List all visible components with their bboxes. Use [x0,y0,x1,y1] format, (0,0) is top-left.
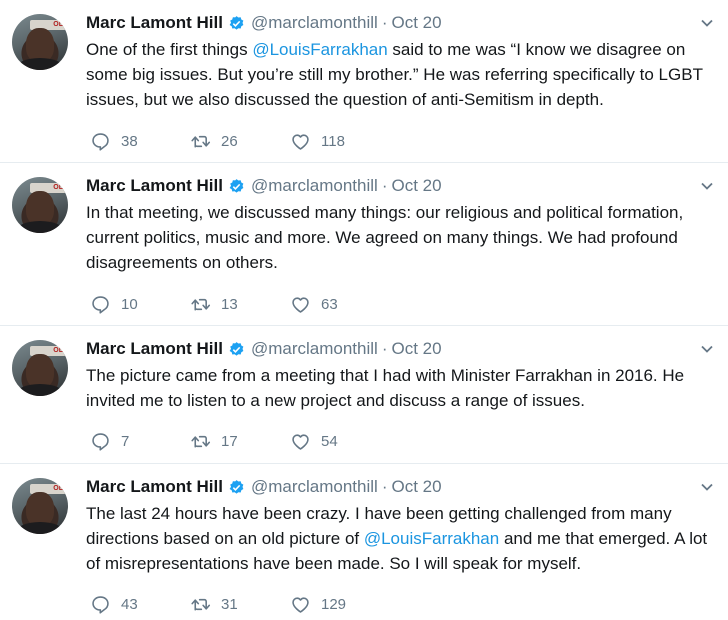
heart-icon [292,596,309,613]
retweet-icon [191,298,211,311]
like-button[interactable]: 118 [290,131,345,152]
tweet-header: Marc Lamont Hill @marclamonthill · Oct 2… [86,175,442,197]
mention-link[interactable]: @LouisFarrakhan [252,40,387,59]
separator-dot: · [381,477,388,496]
reply-count: 43 [121,595,138,613]
reply-icon [92,295,109,314]
author-name[interactable]: Marc Lamont Hill [86,477,223,497]
mention-link[interactable]: @LouisFarrakhan [364,529,499,548]
verified-badge-icon [229,178,244,193]
tweet-item[interactable]: OL Marc Lamont Hill @marclamonthill · Oc… [0,0,728,163]
chevron-down-icon[interactable] [700,16,714,30]
retweet-count: 13 [221,295,238,313]
like-button[interactable]: 63 [290,294,338,315]
tweet-item[interactable]: OL Marc Lamont Hill @marclamonthill · Oc… [0,163,728,326]
author-name[interactable]: Marc Lamont Hill [86,339,223,359]
like-button[interactable]: 54 [290,431,338,452]
like-button[interactable]: 129 [290,594,346,615]
like-count: 54 [321,432,338,450]
retweet-icon [191,598,211,611]
reply-count: 10 [121,295,138,313]
author-handle[interactable]: @marclamonthill [251,339,378,359]
verified-badge-icon [229,479,244,494]
verified-badge-icon [229,341,244,356]
retweet-button[interactable]: 13 [190,294,290,315]
tweet-actions: 7 17 54 [90,430,338,452]
author-handle[interactable]: @marclamonthill [251,13,378,33]
tweet-actions: 38 26 118 [90,130,345,152]
reply-button[interactable]: 7 [90,431,190,452]
author-handle[interactable]: @marclamonthill [251,176,378,196]
reply-button[interactable]: 43 [90,594,190,615]
reply-count: 7 [121,432,130,450]
separator-dot: · [381,13,388,32]
tweet-header: Marc Lamont Hill @marclamonthill · Oct 2… [86,338,442,360]
tweet-date[interactable]: Oct 20 [392,176,442,196]
like-count: 118 [321,132,345,150]
retweet-button[interactable]: 17 [190,431,290,452]
tweet-text-part: One of the first things [86,40,253,59]
author-handle[interactable]: @marclamonthill [251,477,378,497]
avatar-shirt [16,522,64,534]
author-name[interactable]: Marc Lamont Hill [86,13,223,33]
tweet-text: One of the first things @LouisFarrakhan … [86,37,712,112]
reply-icon [92,595,109,614]
tweet-text-part: The picture came from a meeting that I h… [86,366,685,410]
chevron-down-icon[interactable] [700,480,714,494]
reply-count: 38 [121,132,138,150]
retweet-count: 17 [221,432,238,450]
heart-icon [292,296,309,313]
avatar-face [26,191,54,225]
tweet-thread: OL Marc Lamont Hill @marclamonthill · Oc… [0,0,728,620]
tweet-header: Marc Lamont Hill @marclamonthill · Oct 2… [86,12,442,34]
reply-icon [92,132,109,151]
tweet-header: Marc Lamont Hill @marclamonthill · Oct 2… [86,476,442,498]
like-count: 129 [321,595,347,613]
tweet-date[interactable]: Oct 20 [392,13,442,33]
tweet-item[interactable]: OL Marc Lamont Hill @marclamonthill · Oc… [0,464,728,620]
retweet-count: 31 [221,595,238,613]
tweet-date[interactable]: Oct 20 [392,477,442,497]
avatar[interactable]: OL [12,340,68,396]
tweet-actions: 10 13 63 [90,293,338,315]
reply-button[interactable]: 38 [90,131,190,152]
tweet-actions: 43 31 129 [90,593,346,615]
reply-icon [92,432,109,451]
heart-icon [292,133,309,150]
avatar[interactable]: OL [12,14,68,70]
like-count: 63 [321,295,338,313]
separator-dot: · [381,339,388,358]
retweet-count: 26 [221,132,238,150]
avatar-shirt [16,58,64,70]
tweet-text: In that meeting, we discussed many thing… [86,200,712,275]
separator-dot: · [381,176,388,195]
tweet-text: The last 24 hours have been crazy. I hav… [86,501,712,576]
retweet-button[interactable]: 31 [190,594,290,615]
avatar-face [26,492,54,526]
avatar-face [26,354,54,388]
retweet-icon [191,435,211,448]
tweet-date[interactable]: Oct 20 [392,339,442,359]
retweet-icon [191,135,211,148]
avatar-shirt [16,221,64,233]
tweet-item[interactable]: OL Marc Lamont Hill @marclamonthill · Oc… [0,326,728,464]
reply-button[interactable]: 10 [90,294,190,315]
chevron-down-icon[interactable] [700,342,714,356]
author-name[interactable]: Marc Lamont Hill [86,176,223,196]
tweet-text-part: In that meeting, we discussed many thing… [86,203,684,272]
retweet-button[interactable]: 26 [190,131,290,152]
tweet-text: The picture came from a meeting that I h… [86,363,712,413]
avatar[interactable]: OL [12,478,68,534]
verified-badge-icon [229,15,244,30]
avatar-shirt [16,384,64,396]
avatar[interactable]: OL [12,177,68,233]
avatar-face [26,28,54,62]
chevron-down-icon[interactable] [700,179,714,193]
heart-icon [292,433,309,450]
